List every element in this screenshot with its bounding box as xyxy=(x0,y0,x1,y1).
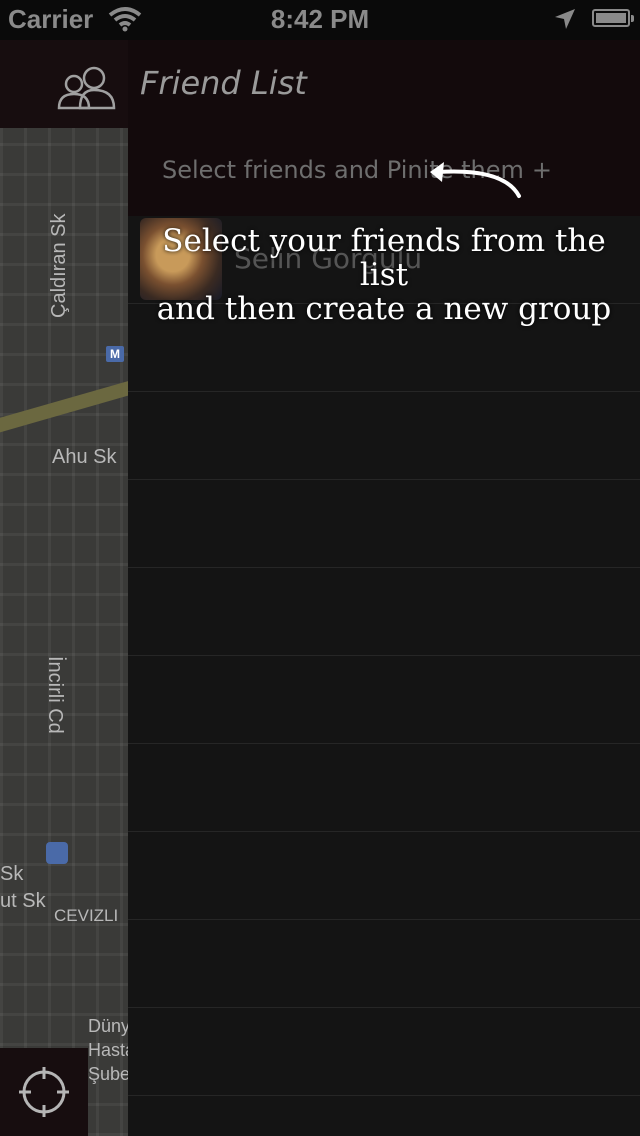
map-label: Sk xyxy=(0,863,24,885)
plus-icon[interactable]: + xyxy=(532,156,552,184)
map-label: Şube xyxy=(88,1064,128,1084)
empty-row xyxy=(128,656,640,744)
map-view[interactable]: Çaldıran Sk Ahu Sk İncirli Cd Sk ut Sk C… xyxy=(0,40,128,1136)
status-bar: Carrier 8:42 PM xyxy=(0,0,640,40)
curved-arrow-icon xyxy=(430,162,521,198)
empty-row xyxy=(128,744,640,832)
friends-group-icon[interactable] xyxy=(56,66,118,114)
empty-row xyxy=(128,392,640,480)
empty-row xyxy=(128,480,640,568)
locate-me-button[interactable] xyxy=(0,1048,88,1136)
coach-mark-line-2: and then create a new group xyxy=(156,291,612,327)
map-label: Hasta xyxy=(88,1040,128,1060)
panel-header: Friend List Select friends and Pinite th… xyxy=(57,40,640,216)
empty-row xyxy=(128,1008,640,1096)
coach-mark-line-1: Select your friends from the list xyxy=(162,223,606,293)
location-arrow-icon xyxy=(553,7,577,38)
tram-station-icon xyxy=(46,842,68,864)
crosshair-icon xyxy=(19,1067,69,1117)
map-label: İncirli Cd xyxy=(44,656,66,734)
map-label: Çaldıran Sk xyxy=(48,213,70,319)
map-label: ut Sk xyxy=(0,890,46,912)
empty-row xyxy=(128,832,640,920)
empty-row xyxy=(128,568,640,656)
clock: 8:42 PM xyxy=(270,4,370,34)
map-tiles[interactable]: Çaldıran Sk Ahu Sk İncirli Cd Sk ut Sk C… xyxy=(0,128,128,1136)
friend-list: Selin Gorgulu xyxy=(128,216,640,1096)
map-label: Dünya xyxy=(88,1016,128,1036)
page-title: Friend List xyxy=(140,64,307,102)
battery-icon xyxy=(592,9,634,27)
empty-row xyxy=(128,920,640,1008)
map-road xyxy=(0,373,128,437)
coach-mark-text: Select your friends from the list and th… xyxy=(140,224,628,326)
map-label: CEVIZLI xyxy=(54,906,119,925)
friend-list-panel: Friend List Select friends and Pinite th… xyxy=(57,40,640,1136)
map-label: Ahu Sk xyxy=(52,446,117,468)
metro-station-icon: M xyxy=(106,346,124,362)
